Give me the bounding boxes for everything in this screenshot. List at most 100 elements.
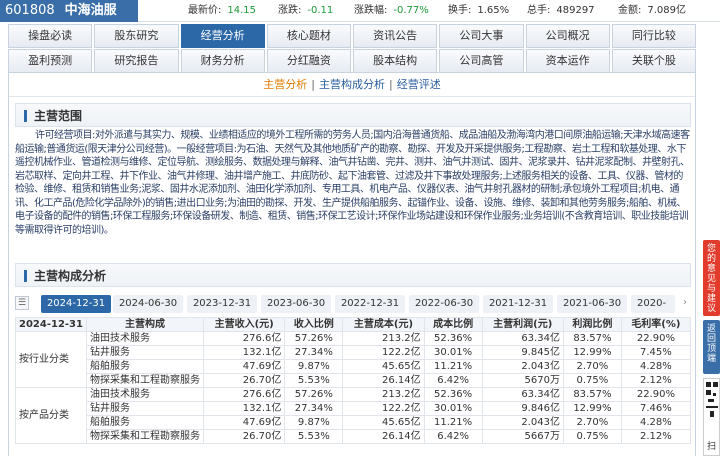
cell: 2.12% (620, 373, 692, 388)
cell: 物探采集和工程勘察服务 (85, 429, 204, 444)
date-tab[interactable]: 2022-06-30 (409, 295, 479, 313)
cell: 11.21% (423, 359, 483, 374)
qr-code-icon: 扫 (703, 378, 720, 456)
cell: 30.01% (423, 345, 483, 360)
qr-module (710, 411, 714, 417)
tab-operations-analysis[interactable]: 经营分析 (180, 24, 265, 48)
cell: 132.1亿 (202, 345, 286, 360)
tab-related-stocks[interactable]: 关联个股 (611, 49, 696, 73)
cell: 57.26% (284, 331, 344, 346)
subnav-business-review[interactable]: 经营评述 (397, 78, 441, 91)
cell: 213.2亿 (342, 331, 425, 346)
feedback-label: 您的意见与建议 (706, 244, 716, 314)
cell: 26.70亿 (202, 373, 286, 388)
table-row: 钻井服务 132.1亿 27.34% 122.2亿 30.01% 9.846亿 … (16, 401, 692, 416)
tab-share-structure[interactable]: 股本结构 (353, 49, 438, 73)
composition-title: 主营构成分析 (34, 269, 107, 283)
cell: 27.34% (284, 345, 344, 360)
cell: 47.69亿 (202, 359, 286, 374)
cell: 5667万 (481, 429, 564, 444)
cell: 11.21% (423, 415, 483, 430)
main-nav: 操盘必读 股东研究 经营分析 核心题材 资讯公告 公司大事 公司概况 同行比较 … (8, 22, 696, 73)
date-tab[interactable]: 2021-06-30 (557, 295, 627, 313)
date-tab[interactable]: 2021-12-31 (483, 295, 553, 313)
tab-capital-operations[interactable]: 资本运作 (525, 49, 610, 73)
quote-amount: 金额: 7.089亿 (618, 5, 687, 16)
date-tab[interactable]: 2024-06-30 (113, 295, 183, 313)
cell: 4.28% (620, 359, 692, 374)
back-to-top-button[interactable]: 返回顶端 (703, 320, 720, 374)
tab-peer-comparison[interactable]: 同行比较 (611, 24, 696, 48)
date-tab[interactable]: 2023-12-31 (187, 295, 257, 313)
cell: 83.57% (562, 387, 622, 402)
tab-executives[interactable]: 公司高管 (439, 49, 524, 73)
cell: 9.87% (284, 359, 344, 374)
cell: 52.36% (423, 331, 483, 346)
quote-change-percent: 涨跌幅: -0.77% (354, 5, 429, 16)
quote-change: 涨跌: -0.11 (278, 5, 334, 16)
qr-module (706, 390, 711, 395)
header-profit: 主营利润(元) (481, 317, 564, 332)
subnav-main-business[interactable]: 主营分析 (263, 78, 307, 91)
tab-core-themes[interactable]: 核心题材 (266, 24, 351, 48)
subnav-separator: | (389, 78, 393, 91)
scope-title: 主营范围 (34, 109, 83, 123)
content-panel: 主营分析 | 主营构成分析 | 经营评述 主营范围 许可经营项目:对外派遣与其实力、规模… (8, 72, 696, 456)
tab-news-announcements[interactable]: 资讯公告 (353, 24, 438, 48)
cell: 0.75% (562, 429, 622, 444)
tab-financial-analysis[interactable]: 财务分析 (180, 49, 265, 73)
tab-earnings-forecast[interactable]: 盈利预测 (8, 49, 93, 73)
qr-module (708, 399, 714, 402)
cell: 45.65亿 (342, 359, 425, 374)
cell: 276.6亿 (202, 331, 286, 346)
tab-company-overview[interactable]: 公司概况 (525, 24, 610, 48)
table-row: 按产品分类 油田技术服务 276.6亿 57.26% 213.2亿 52.36%… (15, 387, 692, 444)
date-tab[interactable]: 2023-06-30 (261, 295, 331, 313)
section-marker (24, 110, 27, 122)
header-cost-ratio: 成本比例 (423, 317, 483, 332)
cell: 45.65亿 (342, 415, 425, 430)
cell: 油田技术服务 (85, 331, 204, 346)
cell: 63.34亿 (481, 331, 564, 346)
tab-research-reports[interactable]: 研究报告 (94, 49, 179, 73)
qr-module (706, 406, 718, 408)
feedback-button[interactable]: 您的意见与建议 (703, 240, 720, 316)
tab-dividends-financing[interactable]: 分红融资 (266, 49, 351, 73)
tab-company-events[interactable]: 公司大事 (439, 24, 524, 48)
stock-code: 601808 (5, 3, 55, 18)
cell: 2.043亿 (481, 415, 564, 430)
tab-trading-guide[interactable]: 操盘必读 (8, 24, 93, 48)
date-tab[interactable]: 2024-12-31 (41, 295, 111, 313)
cell: 物探采集和工程勘察服务 (85, 373, 204, 388)
qr-module (713, 393, 716, 396)
cell: 26.14亿 (342, 373, 425, 388)
cell: 5670万 (481, 373, 564, 388)
cell: 9.87% (284, 415, 344, 430)
cell: 213.2亿 (342, 387, 425, 402)
subnav-business-composition[interactable]: 主营构成分析 (319, 78, 385, 91)
header-cost: 主营成本(元) (342, 317, 425, 332)
cell: 30.01% (423, 401, 483, 416)
section-marker (24, 270, 27, 282)
subnav-separator: | (311, 78, 315, 91)
table-row: 船舶服务 47.69亿 9.87% 45.65亿 11.21% 2.043亿 2… (16, 415, 692, 430)
cell: 57.26% (284, 387, 344, 402)
table-view-icon[interactable]: ☰ (15, 296, 29, 310)
cell: 63.34亿 (481, 387, 564, 402)
table-row: 船舶服务 47.69亿 9.87% 45.65亿 11.21% 2.043亿 2… (16, 359, 692, 374)
scan-label: 扫 (706, 442, 716, 452)
cell: 9.845亿 (481, 345, 564, 360)
cell: 5.53% (284, 429, 344, 444)
composition-section-header: 主营构成分析 (15, 263, 691, 287)
table-header-row: 2024-12-31 主营构成 主营收入(元) 收入比例 主营成本(元) 成本比… (15, 317, 692, 332)
quote-turnover: 换手: 1.65% (448, 5, 510, 16)
date-tab[interactable]: 2020-12- (631, 295, 675, 313)
quote-volume: 总手: 489297 (527, 5, 595, 16)
cell: 油田技术服务 (85, 387, 204, 402)
date-tab[interactable]: 2022-12-31 (335, 295, 405, 313)
cell: 2.043亿 (481, 359, 564, 374)
cell: 22.90% (620, 331, 692, 346)
cell: 5.53% (284, 373, 344, 388)
chevron-right-icon[interactable]: › (679, 296, 691, 310)
tab-shareholder-research[interactable]: 股东研究 (94, 24, 179, 48)
